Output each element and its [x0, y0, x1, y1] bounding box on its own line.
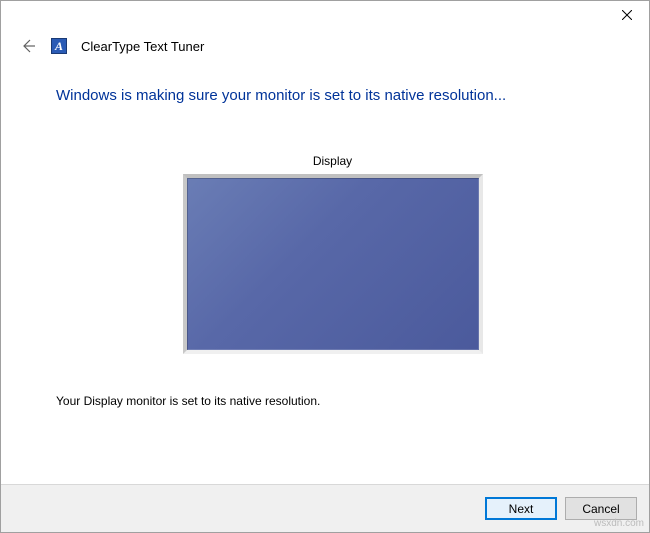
status-text: Your Display monitor is set to its nativ… [56, 394, 609, 408]
app-title: ClearType Text Tuner [81, 39, 204, 54]
dialog-window: A ClearType Text Tuner Windows is making… [0, 0, 650, 533]
content-area: Windows is making sure your monitor is s… [1, 65, 649, 484]
next-button[interactable]: Next [485, 497, 557, 520]
header-bar: A ClearType Text Tuner [1, 31, 649, 65]
footer-bar: Next Cancel [1, 484, 649, 532]
titlebar [1, 1, 649, 31]
back-button[interactable] [19, 37, 37, 55]
close-button[interactable] [604, 1, 649, 29]
monitor-preview-icon [183, 174, 483, 354]
cancel-button[interactable]: Cancel [565, 497, 637, 520]
page-heading: Windows is making sure your monitor is s… [56, 87, 609, 104]
close-icon [622, 10, 632, 20]
display-label: Display [56, 154, 609, 168]
app-icon: A [51, 38, 67, 54]
back-arrow-icon [20, 38, 36, 54]
display-preview-block: Display [56, 154, 609, 354]
